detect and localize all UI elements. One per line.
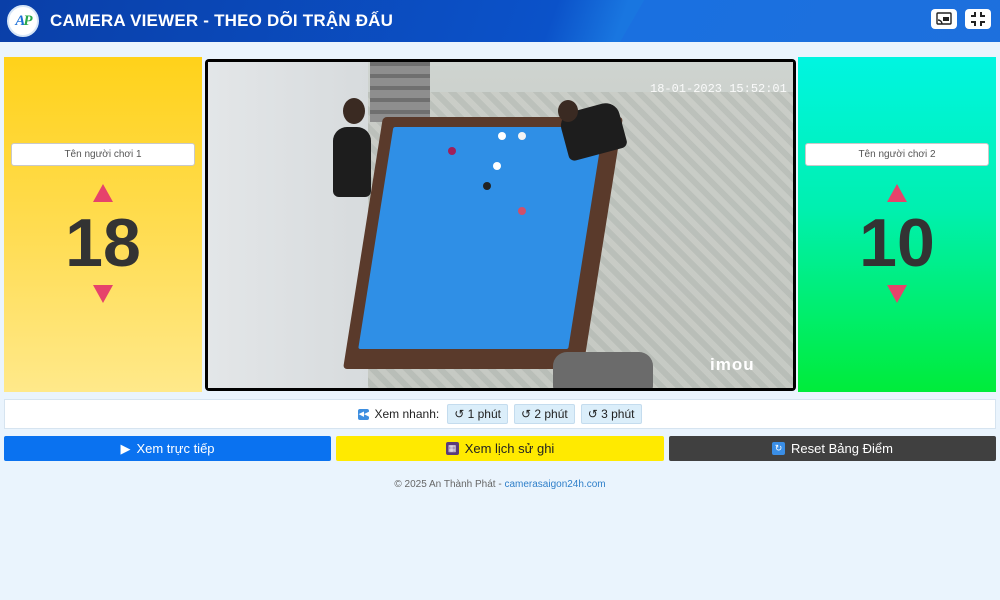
play-icon: ▶ [120,440,131,456]
quick-view-2min-button[interactable]: ↺ 2 phút [513,404,575,424]
pool-table-felt [358,127,604,349]
spectator-figure [553,352,653,388]
logo-text: AP [15,12,32,29]
player-2-increase-icon[interactable] [887,184,907,202]
app-header: AP CAMERA VIEWER - THEO DÕI TRẬN ĐẤU [0,0,1000,42]
player-1-score: 18 [65,205,141,281]
camera-timestamp: 18-01-2023 15:52:01 [650,82,787,96]
player-1-panel: Tên người chơi 1 18 [4,57,202,392]
exit-fullscreen-button[interactable] [965,9,991,29]
player-1-name-input[interactable]: Tên người chơi 1 [11,143,195,166]
camera-feed: 18-01-2023 15:52:01 imou [205,59,796,391]
history-label: Xem lịch sử ghi [464,441,555,456]
footer: © 2025 An Thành Phát - camerasaigon24h.c… [0,479,1000,490]
camera-video: 18-01-2023 15:52:01 imou [208,62,793,388]
player-2-name-input[interactable]: Tên người chơi 2 [805,143,989,166]
camera-watermark: imou [710,355,755,374]
quick-view-label: Xem nhanh: [374,407,440,421]
ball [448,147,456,155]
stairs [370,62,430,122]
page-title: CAMERA VIEWER - THEO DÕI TRẬN ĐẤU [50,11,394,30]
refresh-icon: ↻ [772,442,786,455]
cast-icon [936,12,952,25]
live-view-button[interactable]: ▶ Xem trực tiếp [4,436,331,461]
cast-button[interactable] [931,9,957,29]
player-1-increase-icon[interactable] [93,184,113,202]
player-head [558,100,578,122]
player-2-decrease-icon[interactable] [887,285,907,303]
quick-view-label-group: ◀◀ Xem nhanh: [358,407,439,421]
live-view-label: Xem trực tiếp [136,441,215,456]
reset-label: Reset Bảng Điểm [791,441,893,456]
footer-link[interactable]: camerasaigon24h.com [504,479,605,490]
player-2-panel: Tên người chơi 2 10 [798,57,996,392]
history-button[interactable]: ▦ Xem lịch sử ghi [336,436,664,461]
rewind-icon: ◀◀ [358,408,370,420]
player-head [343,98,365,124]
ball [498,132,506,140]
quick-view-3min-button[interactable]: ↺ 3 phút [580,404,642,424]
ball [483,182,491,190]
quick-view-1min-button[interactable]: ↺ 1 phút [447,404,508,424]
ball [518,132,526,140]
reset-score-button[interactable]: ↻ Reset Bảng Điểm [669,436,996,461]
player-figure [333,127,371,197]
ball [518,207,526,215]
player-1-decrease-icon[interactable] [93,285,113,303]
player-2-score: 10 [859,205,935,281]
exit-fullscreen-icon [971,12,985,26]
ball [493,162,501,170]
clapperboard-icon: ▦ [445,442,459,455]
footer-copyright: © 2025 An Thành Phát - [394,479,505,490]
quick-view-bar: ◀◀ Xem nhanh: ↺ 1 phút ↺ 2 phút ↺ 3 phút [4,399,996,429]
logo: AP [7,5,39,37]
